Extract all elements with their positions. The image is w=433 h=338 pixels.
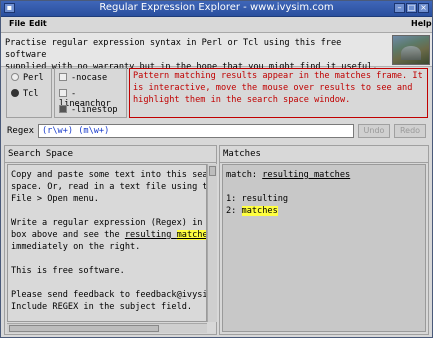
help-message: Pattern matching results appear in the m…: [129, 68, 428, 118]
redo-button[interactable]: Redo: [394, 124, 426, 138]
nocase-label: -nocase: [71, 73, 108, 83]
matches-list[interactable]: match: resulting matches 1: resulting 2:…: [222, 164, 426, 332]
minimize-icon[interactable]: –: [394, 3, 405, 13]
menu-file[interactable]: File: [9, 19, 25, 28]
search-space-title: Search Space: [8, 149, 74, 159]
matches-title: Matches: [223, 149, 261, 159]
undo-button[interactable]: Undo: [358, 124, 390, 138]
linestop-label: -linestop: [71, 105, 118, 115]
tcl-radio-indicator[interactable]: [11, 88, 19, 97]
landscape-photo: [392, 35, 430, 65]
app-window: ▪ Regular Expression Explorer - www.ivys…: [0, 0, 433, 338]
menu-help[interactable]: Help: [411, 19, 432, 28]
linestop-check-indicator[interactable]: [59, 104, 67, 113]
maximize-icon[interactable]: □: [406, 3, 417, 13]
message-line-2: is interactive, move the mouse over resu…: [133, 83, 413, 93]
message-line-3: highlight them in the search space windo…: [133, 95, 351, 105]
window-title: Regular Expression Explorer - www.ivysim…: [99, 2, 334, 13]
linestop-checkbox[interactable]: -linestop: [59, 104, 118, 115]
close-icon[interactable]: ×: [418, 3, 429, 13]
info-banner: Practise regular expression syntax in Pe…: [1, 33, 432, 72]
match-group-2[interactable]: matches: [241, 206, 278, 216]
regex-input[interactable]: (r\w+) (m\w+): [38, 124, 354, 138]
regex-row: Regex (r\w+) (m\w+) Undo Redo: [1, 121, 432, 143]
info-line-1: Practise regular expression syntax in Pe…: [5, 38, 342, 60]
perl-label: Perl: [23, 73, 44, 83]
match-highlight-matches: matches: [176, 230, 206, 240]
flags-group: -nocase -lineanchor -linestop: [54, 68, 127, 118]
match-highlight-resulting: resulting: [124, 230, 172, 240]
search-vscroll-thumb[interactable]: [209, 166, 216, 176]
lineanchor-check-indicator[interactable]: [59, 88, 67, 97]
menu-edit[interactable]: Edit: [29, 19, 47, 28]
search-space-text[interactable]: Copy and paste some text into this sear …: [7, 164, 207, 322]
menu-bar: File Edit Help: [1, 17, 432, 33]
nocase-check-indicator[interactable]: [59, 72, 67, 81]
message-line-1: Pattern matching results appear in the m…: [133, 71, 423, 81]
search-hscroll-thumb[interactable]: [9, 325, 159, 332]
match-group-1[interactable]: resulting: [242, 194, 289, 204]
match-result[interactable]: resulting matches: [262, 170, 350, 180]
search-horizontal-scrollbar[interactable]: [7, 323, 207, 333]
matches-panel: Matches match: resulting matches 1: resu…: [219, 145, 429, 335]
language-group: Perl Tcl: [6, 68, 52, 118]
perl-radio-indicator[interactable]: [11, 72, 19, 81]
title-bar[interactable]: ▪ Regular Expression Explorer - www.ivys…: [1, 1, 432, 17]
regex-label: Regex: [7, 126, 35, 136]
search-space-panel: Search Space Copy and paste some text in…: [4, 145, 217, 335]
tcl-label: Tcl: [23, 89, 39, 99]
search-vertical-scrollbar[interactable]: [207, 164, 217, 322]
perl-radio[interactable]: Perl: [11, 72, 44, 83]
tcl-radio[interactable]: Tcl: [11, 88, 39, 99]
nocase-checkbox[interactable]: -nocase: [59, 72, 108, 83]
